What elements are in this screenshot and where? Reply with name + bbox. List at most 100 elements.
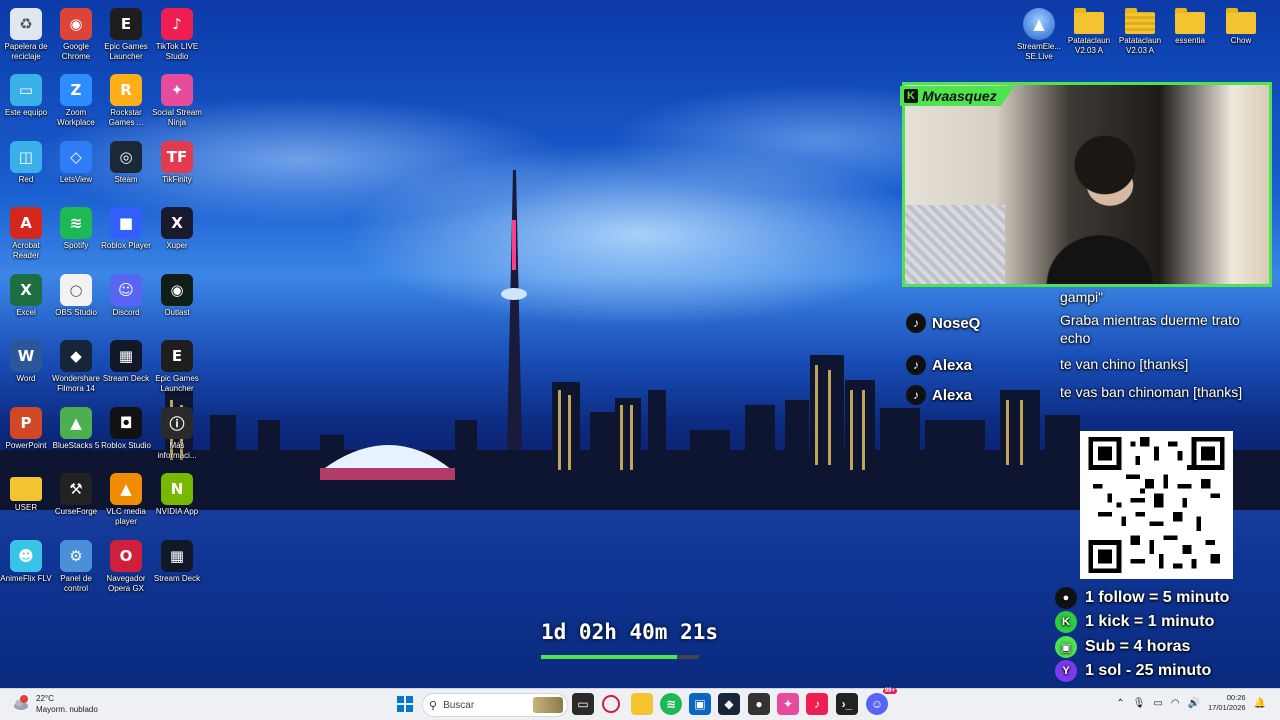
desktop-icon[interactable]: ✦ Social Stream Ninja [151,70,203,134]
rule-text: 1 sol - 25 minuto [1085,662,1212,679]
desktop-icon[interactable]: ▲ VLC media player [100,469,152,533]
clock-time: 00:26 [1226,693,1246,702]
desktop-icon[interactable]: N NVIDIA App [151,469,203,533]
desktop-icon[interactable]: ◎ Steam [100,137,152,201]
desktop-icon[interactable]: ♻ Papelera de reciclaje [0,4,52,68]
tiktok-icon: ♪ [161,8,193,40]
tiktok-taskbar-icon[interactable]: ♪ [806,693,828,715]
desktop-icon-label: TikTok LIVE Studio [155,42,199,61]
desktop-icon[interactable]: ▭ Este equipo [0,70,52,134]
chat-username: Alexa [932,356,973,374]
streamer-name-tag: K Mvaasquez [900,86,1015,106]
desktop-icon-label: Panel de control [60,574,92,593]
letsview-icon: ◇ [60,141,92,173]
spotify-icon: ≋ [60,207,92,239]
volume-icon[interactable]: 🔊 [1188,698,1200,709]
desktop-icon[interactable]: Patataclaun V2.03 A [1114,4,1166,68]
terminal-icon[interactable]: ›_ [836,693,858,715]
desktop-icon-label: Word [16,374,36,383]
desktop-icon-label: TikFinity [162,175,192,184]
desktop-icon[interactable]: ■ Roblox Player [100,203,152,267]
windows-icon [397,696,413,712]
animeflix-icon: ☻ [10,540,42,572]
desktop-icon[interactable]: P PowerPoint [0,403,52,467]
desktop-icon[interactable]: E Epic Games Launcher [151,336,203,400]
roblox-studio-icon: ◘ [110,407,142,439]
start-button[interactable] [394,693,416,715]
desktop-icon[interactable]: ⚙ Panel de control [50,536,102,600]
follow-icon: ● [1055,587,1077,609]
desktop-icon-label: LetsView [59,175,93,184]
desktop-icon[interactable]: ◫ Red [0,137,52,201]
desktop-icon[interactable]: USER [0,469,52,533]
desktop-icon[interactable]: ◉ Google Chrome [50,4,102,68]
chat-user: ♪ Alexa [906,385,972,405]
desktop-icon[interactable]: ⚒ CurseForge [50,469,102,533]
desktop-icon[interactable]: ☻ AnimeFlix FLV [0,536,52,600]
desktop-icon[interactable]: ◆ Wondershare Filmora 14 [50,336,102,400]
desktop-icon[interactable]: ▲ BlueStacks 5 [50,403,102,467]
desktop-icon-label: Epic Games Launcher [155,374,199,393]
network-icon[interactable]: ▭ [1153,698,1162,709]
desktop-icon[interactable]: ≋ Spotify [50,203,102,267]
desktop-icon[interactable]: ◇ LetsView [50,137,102,201]
curseforge-icon: ⚒ [60,473,92,505]
steam-icon: ◎ [110,141,142,173]
opera-gx-icon: O [110,540,142,572]
desktop-icon[interactable]: ♪ TikTok LIVE Studio [151,4,203,68]
stream-deck-icon: ▦ [161,540,193,572]
taskbar-search[interactable]: ⚲ Buscar [422,693,568,717]
task-view-icon[interactable]: ▭ [572,693,594,715]
tiktok-icon: ♪ [906,385,926,405]
notifications-bell-icon[interactable]: 🔔 [1254,698,1266,709]
desktop-icon[interactable]: Z Zoom Workplace [50,70,102,134]
desktop-icon[interactable]: ◘ Roblox Studio [100,403,152,467]
desktop-icon[interactable]: O Navegador Opera GX [100,536,152,600]
desktop-icon-label: Xuper [166,241,188,250]
desktop-icon[interactable]: X Xuper [151,203,203,267]
file-explorer-icon[interactable] [631,693,653,715]
vlc-icon: ▲ [110,473,142,505]
desktop-icon-label: OBS Studio [55,308,97,317]
desktop-icon[interactable]: Chow [1215,4,1267,68]
discord-taskbar-icon[interactable]: ☺ 99+ [866,688,897,715]
desktop-icon[interactable]: X Excel [0,270,52,334]
network-icon: ◫ [10,141,42,173]
weather-widget[interactable]: 22°C Mayorm. nublado [12,693,98,715]
desktop-icon-label: Patataclaun V2.03 A [1067,36,1111,55]
desktop-icon[interactable]: ☺ Discord [100,270,152,334]
chat-message: te vas ban chinoman [thanks] [1060,384,1243,400]
tiktok-icon: ♪ [906,313,926,333]
desktop-icon[interactable]: ○ OBS Studio [50,270,102,334]
desktop-icon[interactable]: E Epic Games Launcher [100,4,152,68]
epic-games-icon: E [110,8,142,40]
desktop-icon[interactable]: essentia [1164,4,1216,68]
folder-icon [1226,8,1256,34]
desktop-icon[interactable]: A Acrobat Reader [0,203,52,267]
microphone-icon[interactable]: 🎙 [1133,698,1146,709]
desktop-icon[interactable]: TF TikFinity [151,137,203,201]
desktop-icon[interactable]: Patataclaun V2.03 A [1063,4,1115,68]
desktop-icon-label: Wondershare Filmora 14 [52,374,100,393]
chevron-up-icon[interactable]: ⌃ [1116,698,1124,709]
clock[interactable]: 00:26 17/01/2026 [1208,693,1246,713]
taskbar: 22°C Mayorm. nublado ⚲ Buscar ▭ ≋ ▣ ◆ ● … [0,688,1280,720]
subathon-timer: 1d 02h 40m 21s [541,620,719,644]
desktop-icon[interactable]: ⓘ Más informaci... [151,403,203,467]
social-stream-taskbar-icon[interactable]: ✦ [777,693,799,715]
desktop-icon[interactable]: R Rockstar Games ... [100,70,152,134]
opera-gx-taskbar-icon[interactable] [602,695,620,713]
wifi-icon[interactable]: ◠ [1171,698,1180,709]
desktop-icon[interactable]: ▦ Stream Deck [100,336,152,400]
desktop-icon[interactable]: ▲ StreamEle... SE.Live [1013,4,1065,68]
filmora-taskbar-icon[interactable]: ◆ [718,693,740,715]
obs-taskbar-icon[interactable]: ● [748,693,770,715]
discord-icon: ☺ [110,274,142,306]
spotify-taskbar-icon[interactable]: ≋ [660,693,682,715]
desktop-icon-label: Excel [16,308,36,317]
desktop-icon[interactable]: ▦ Stream Deck [151,536,203,600]
streamelements-icon: ▲ [1023,8,1055,40]
desktop-icon[interactable]: W Word [0,336,52,400]
store-icon[interactable]: ▣ [689,693,711,715]
desktop-icon[interactable]: ◉ Outlast [151,270,203,334]
